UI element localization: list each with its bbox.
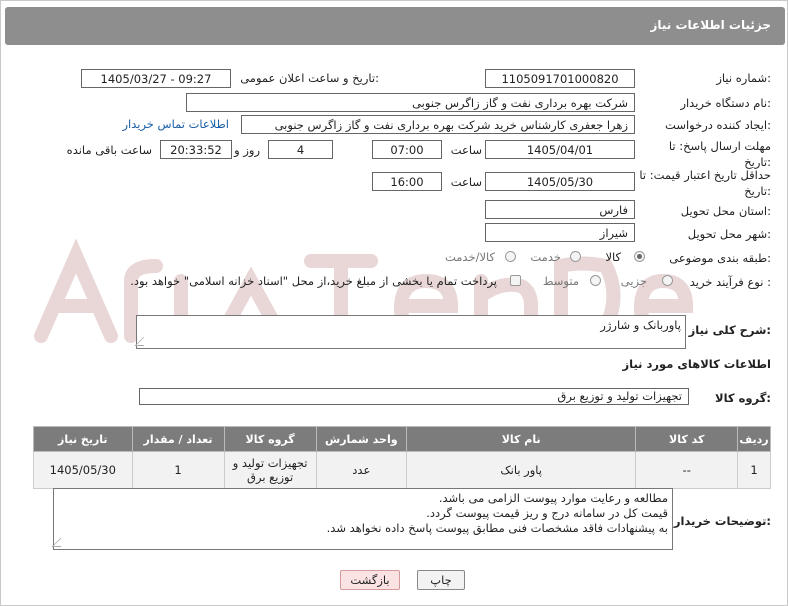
goods-group-label: گروه کالا: bbox=[715, 391, 771, 405]
category-option-service: خدمت bbox=[530, 250, 561, 264]
city-label: شهر محل تحویل: bbox=[687, 227, 771, 241]
creator-label: ایجاد کننده درخواست: bbox=[665, 118, 771, 132]
price-validity-label: حداقل تاریخ اعتبار قیمت: تا تاریخ: bbox=[639, 168, 771, 198]
col-need-date: تاریخ نیاز bbox=[33, 426, 133, 452]
reply-date-field: 1405/04/01 bbox=[485, 140, 635, 159]
cell-goods-code: -- bbox=[635, 451, 739, 489]
cell-need-date: 1405/05/30 bbox=[33, 451, 133, 489]
announce-date-field: 1405/03/27 - 09:27 bbox=[81, 69, 231, 88]
category-radio-goods-service[interactable] bbox=[505, 251, 516, 262]
reply-deadline-label: مهلت ارسال پاسخ: تا تاریخ: bbox=[668, 139, 771, 169]
price-validity-date-field: 1405/05/30 bbox=[485, 172, 635, 191]
days-remaining-field: 4 bbox=[268, 140, 333, 159]
reply-time-label: ساعت bbox=[450, 143, 482, 157]
city-field: شیراز bbox=[485, 223, 635, 242]
remaining-time-label: ساعت باقی مانده bbox=[66, 143, 152, 157]
process-option-minor: جزیی bbox=[620, 274, 647, 288]
process-radio-minor[interactable] bbox=[662, 275, 673, 286]
days-label: روز و bbox=[234, 143, 260, 157]
cell-unit: عدد bbox=[315, 451, 407, 489]
goods-table-header: ردیف کد کالا نام کالا واحد شمارش گروه کا… bbox=[33, 426, 771, 452]
goods-group-field: تجهیزات تولید و توزیع برق bbox=[139, 388, 689, 405]
process-type-label: نوع فرآیند خرید : bbox=[689, 275, 771, 289]
page-frame: جزئیات اطلاعات نیاز شماره نیاز: 11050917… bbox=[0, 0, 788, 606]
buyer-notes-textarea: مطالعه و رعایت موارد پیوست الزامی می باش… bbox=[51, 488, 673, 550]
category-label: طبقه بندی موضوعی: bbox=[669, 251, 771, 265]
treasury-payment-checkbox[interactable] bbox=[510, 275, 521, 286]
buyer-note-line-2: قیمت کل در سامانه درج و ریز قیمت پیوست گ… bbox=[426, 506, 668, 520]
description-textarea: پاوربانک و شارژر bbox=[134, 315, 686, 349]
description-text: پاوربانک و شارژر bbox=[600, 318, 681, 332]
description-label: شرح کلی نیاز: bbox=[688, 323, 771, 337]
announce-date-label: تاریخ و ساعت اعلان عمومی: bbox=[240, 71, 379, 85]
buyer-org-field: شرکت بهره برداری نفت و گاز زاگرس جنوبی bbox=[186, 93, 635, 112]
resize-handle-icon[interactable] bbox=[51, 538, 70, 547]
process-radio-medium[interactable] bbox=[590, 275, 601, 286]
category-option-goods: کالا bbox=[605, 250, 621, 264]
col-goods-name: نام کالا bbox=[405, 426, 637, 452]
reply-time-field: 07:00 bbox=[372, 140, 442, 159]
goods-section-title: اطلاعات کالاهای مورد نیاز bbox=[622, 357, 771, 371]
province-label: استان محل تحویل: bbox=[680, 204, 771, 218]
goods-table: ردیف کد کالا نام کالا واحد شمارش گروه کا… bbox=[33, 426, 771, 489]
category-radio-service[interactable] bbox=[570, 251, 581, 262]
page-header: جزئیات اطلاعات نیاز bbox=[5, 7, 785, 45]
buyer-contact-link[interactable]: اطلاعات تماس خریدار bbox=[122, 117, 229, 131]
price-validity-time-label: ساعت bbox=[450, 175, 482, 189]
buyer-org-label: نام دستگاه خریدار: bbox=[680, 96, 771, 110]
col-goods-code: کد کالا bbox=[635, 426, 739, 452]
col-quantity: تعداد / مقدار bbox=[131, 426, 225, 452]
province-field: فارس bbox=[485, 200, 635, 219]
print-button[interactable]: چاپ bbox=[417, 570, 465, 590]
cell-row-number: 1 bbox=[737, 451, 771, 489]
need-number-field: 1105091701000820 bbox=[485, 69, 635, 88]
resize-handle-icon[interactable] bbox=[134, 337, 153, 346]
category-option-goods-service: کالا/خدمت bbox=[444, 250, 495, 264]
col-goods-group: گروه کالا bbox=[223, 426, 317, 452]
category-radio-goods[interactable] bbox=[634, 251, 645, 262]
creator-field: زهرا جعفری کارشناس خرید شرکت بهره برداری… bbox=[241, 115, 635, 134]
need-number-label: شماره نیاز: bbox=[716, 71, 771, 85]
buyer-note-line-1: مطالعه و رعایت موارد پیوست الزامی می باش… bbox=[438, 491, 668, 505]
page-title: جزئیات اطلاعات نیاز bbox=[650, 18, 771, 32]
back-button[interactable]: بازگشت bbox=[340, 570, 400, 590]
cell-goods-group: تجهیزات تولید و توزیع برق bbox=[223, 451, 317, 489]
col-row-number: ردیف bbox=[737, 426, 771, 452]
table-row: 1 -- پاور بانک عدد تجهیزات تولید و توزیع… bbox=[33, 451, 771, 489]
col-unit: واحد شمارش bbox=[315, 426, 407, 452]
cell-quantity: 1 bbox=[131, 451, 225, 489]
buyer-note-line-3: به پیشنهادات فاقد مشخصات فنی مطابق پیوست… bbox=[326, 521, 668, 535]
cell-goods-name: پاور بانک bbox=[405, 451, 637, 489]
price-validity-time-field: 16:00 bbox=[372, 172, 442, 191]
remaining-time-field: 20:33:52 bbox=[160, 140, 232, 159]
treasury-payment-note: پرداخت تمام یا بخشی از مبلغ خرید،از محل … bbox=[130, 274, 497, 288]
buyer-notes-label: توضیحات خریدار: bbox=[673, 514, 771, 528]
process-option-medium: متوسط bbox=[542, 274, 579, 288]
